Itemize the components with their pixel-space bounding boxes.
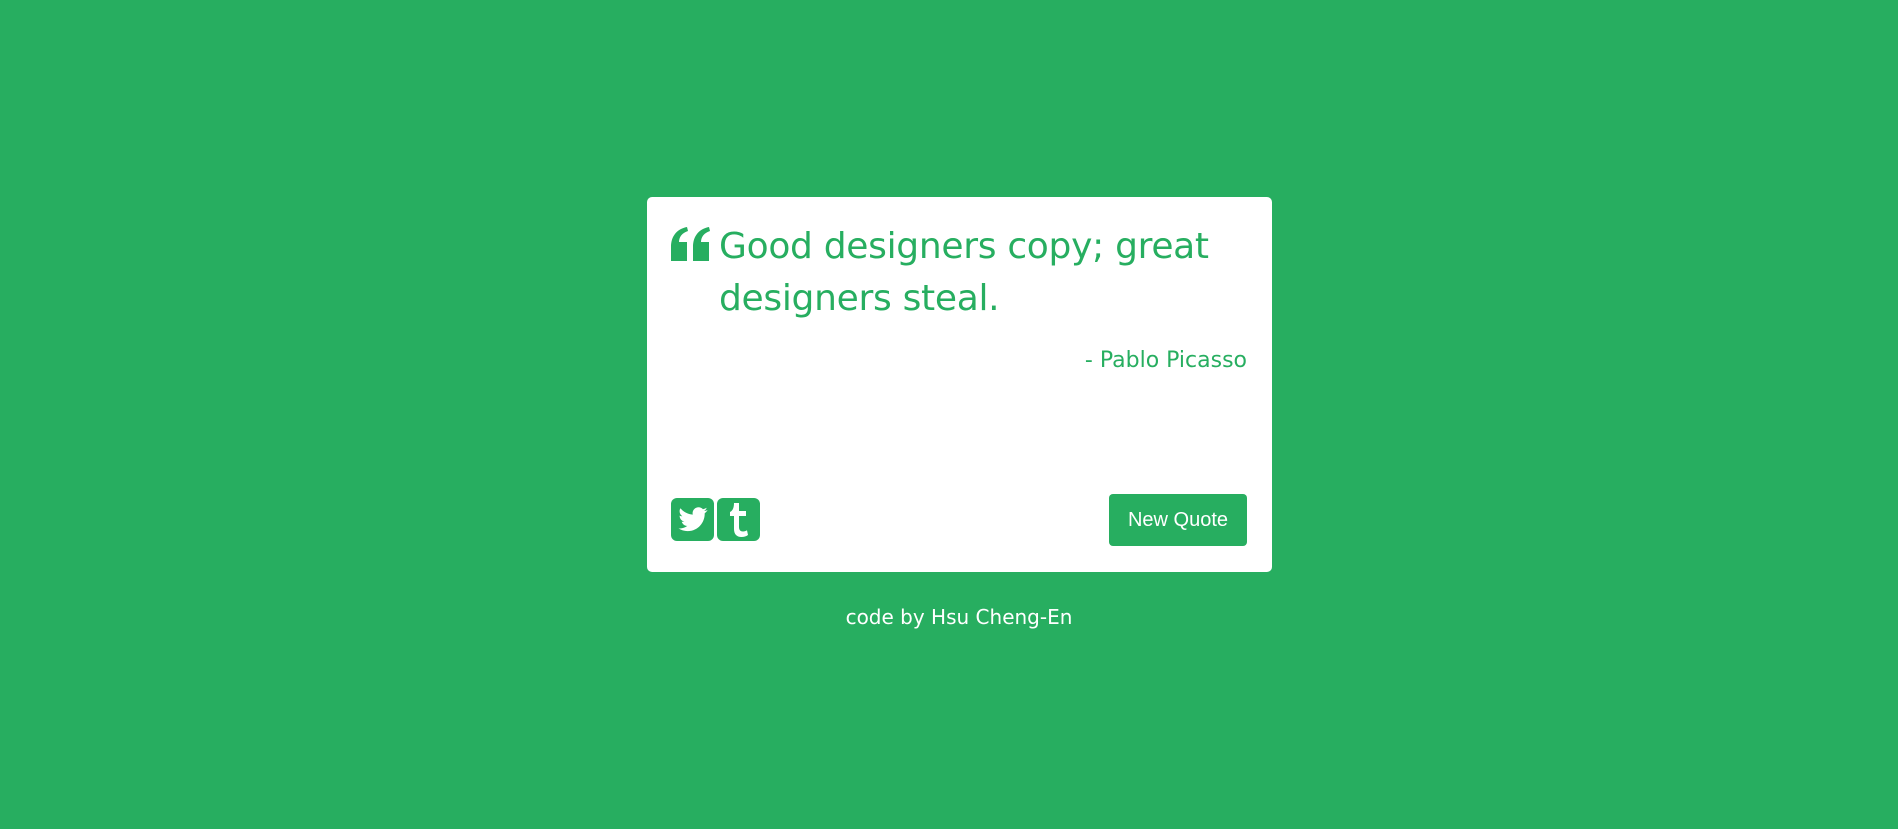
footer-credit: code by Hsu Cheng-En <box>845 605 1073 629</box>
quote-author: - Pablo Picasso <box>1084 348 1247 373</box>
tumblr-button[interactable] <box>717 498 760 541</box>
quote-card: Good designers copy; great designers ste… <box>647 197 1272 572</box>
twitter-icon <box>677 506 707 531</box>
quote-text: Good designers copy; great designers ste… <box>719 226 1209 319</box>
social-share-links <box>671 498 760 541</box>
tweet-button[interactable] <box>671 498 714 541</box>
tumblr-icon <box>729 502 748 537</box>
new-quote-button[interactable]: New Quote <box>1109 494 1247 546</box>
quote-left-icon <box>671 227 710 261</box>
